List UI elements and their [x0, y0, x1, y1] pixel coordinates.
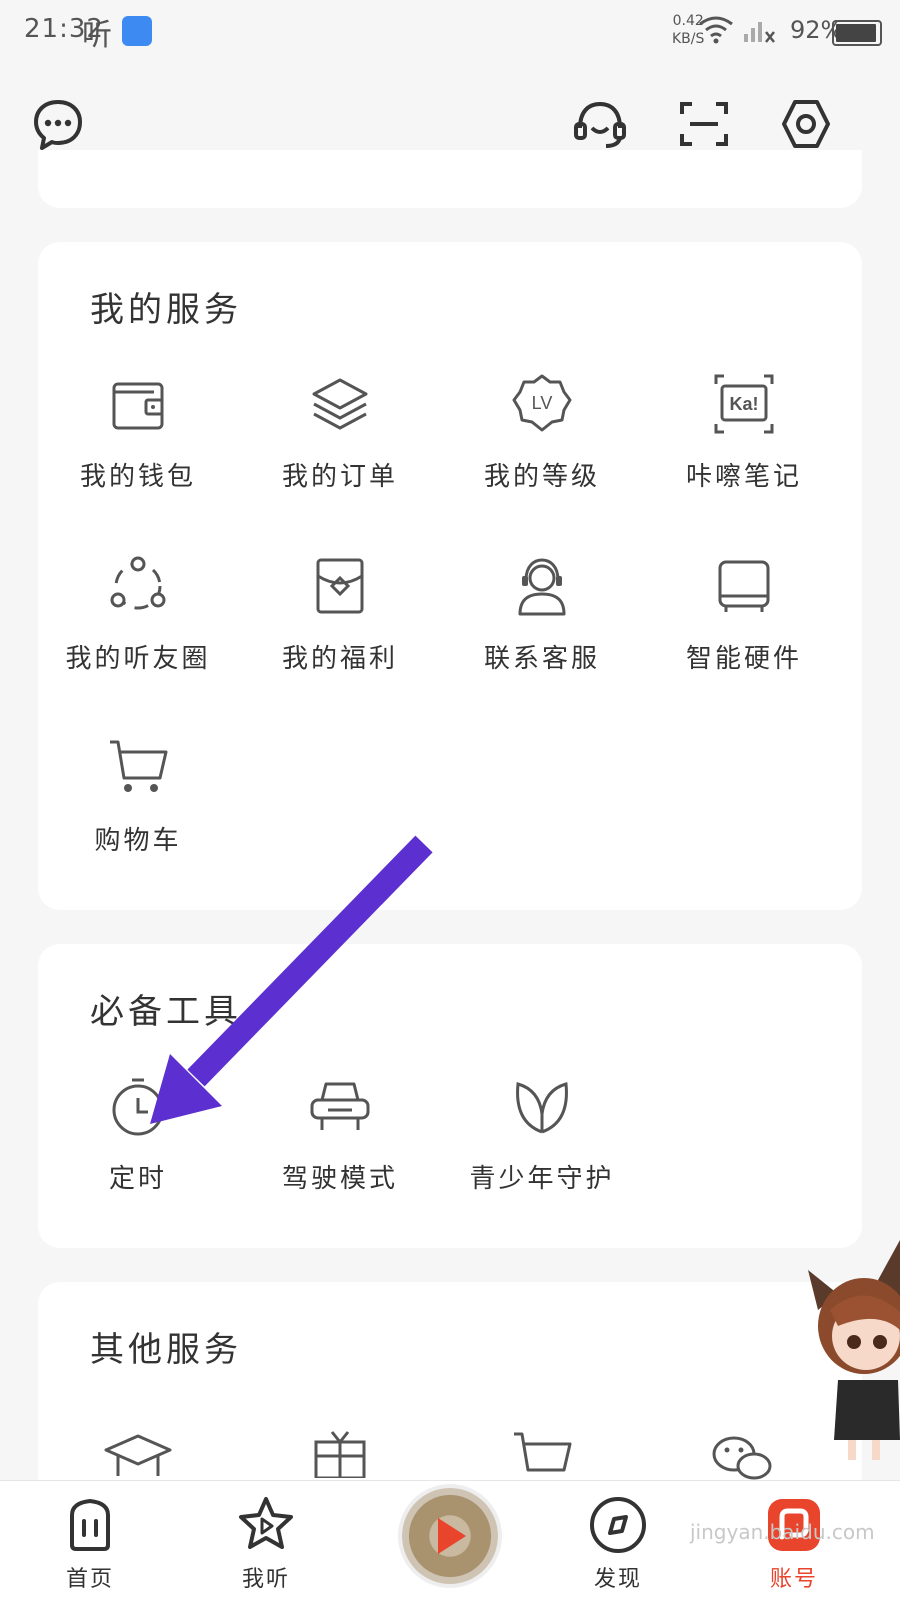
svg-text:Ka!: Ka!	[729, 394, 758, 414]
chat-bubble-icon[interactable]	[30, 96, 86, 152]
tool-label: 驾驶模式	[281, 1164, 398, 1194]
cart-icon	[110, 740, 168, 792]
customer-service-icon	[518, 558, 566, 616]
home-icon	[70, 1498, 110, 1551]
watermark: jingyan.baidu.com	[690, 1520, 875, 1544]
service-label: 我的福利	[281, 644, 398, 674]
gift-box-icon[interactable]	[310, 1428, 370, 1478]
tools-card: 必备工具 定时 驾驶模式 青少年守护	[38, 944, 862, 1248]
headset-icon[interactable]	[572, 96, 628, 152]
tool-label: 定时	[108, 1164, 167, 1194]
graduation-cap-icon[interactable]	[102, 1432, 174, 1482]
service-label: 联系客服	[483, 644, 600, 674]
friends-circle-icon	[110, 556, 166, 610]
cart-icon[interactable]	[510, 1428, 574, 1478]
service-label: 我的听友圈	[65, 644, 211, 674]
my-services-card: 我的服务 我的钱包 我的订单 LV 我的等级 Ka! 咔嚓笔记 我的听友圈 我的…	[38, 242, 862, 910]
status-app-name: 听	[82, 18, 112, 53]
battery-icon	[832, 20, 882, 46]
other-services-title: 其他服务	[90, 1330, 242, 1370]
service-label: 智能硬件	[685, 644, 802, 674]
timer-icon	[112, 1078, 164, 1136]
service-wallet[interactable]: 我的钱包	[38, 372, 238, 493]
smart-device-icon	[718, 560, 770, 612]
service-label: 我的钱包	[79, 462, 196, 492]
star-play-icon	[239, 1497, 293, 1549]
level-badge-icon: LV	[512, 374, 572, 432]
tool-driving-mode[interactable]: 驾驶模式	[240, 1074, 440, 1195]
now-playing-disc[interactable]	[402, 1488, 498, 1584]
mascot-character-icon	[808, 1240, 900, 1460]
service-label: 购物车	[94, 826, 182, 856]
service-label: 我的等级	[483, 462, 600, 492]
service-label: 我的订单	[281, 462, 398, 492]
tab-account[interactable]: 账号	[734, 1495, 854, 1593]
service-customer-service[interactable]: 联系客服	[442, 554, 642, 675]
previous-card	[38, 150, 862, 208]
shield-icon	[122, 16, 152, 46]
service-level[interactable]: LV 我的等级	[442, 372, 642, 493]
play-icon	[438, 1518, 466, 1554]
scan-icon[interactable]	[676, 96, 732, 152]
signal-icon	[744, 22, 775, 43]
service-benefits[interactable]: 我的福利	[240, 554, 440, 675]
car-icon	[310, 1082, 370, 1130]
tab-label: 账号	[769, 1567, 818, 1592]
my-services-title: 我的服务	[90, 290, 242, 330]
tools-title: 必备工具	[90, 992, 242, 1032]
service-friends-circle[interactable]: 我的听友圈	[38, 554, 238, 675]
service-label: 咔嚓笔记	[685, 462, 802, 492]
tab-label: 我听	[241, 1567, 290, 1592]
svg-text:LV: LV	[532, 393, 553, 413]
wifi-icon	[699, 16, 733, 44]
tool-timer[interactable]: 定时	[38, 1074, 238, 1195]
service-cart[interactable]: 购物车	[38, 736, 238, 857]
tab-label: 首页	[65, 1567, 114, 1592]
leaf-icon	[516, 1082, 568, 1134]
discover-icon	[590, 1497, 646, 1553]
ka-note-icon: Ka!	[714, 374, 774, 434]
tab-my-listen[interactable]: 我听	[206, 1495, 326, 1593]
service-smart-hardware[interactable]: 智能硬件	[644, 554, 844, 675]
service-orders[interactable]: 我的订单	[240, 372, 440, 493]
gift-envelope-icon	[316, 558, 364, 614]
layers-icon	[312, 378, 368, 430]
tab-discover[interactable]: 发现	[558, 1495, 678, 1593]
wallet-icon	[112, 382, 164, 430]
tab-home[interactable]: 首页	[30, 1495, 150, 1593]
tool-label: 青少年守护	[469, 1164, 615, 1194]
wechat-icon[interactable]	[710, 1432, 774, 1482]
settings-icon[interactable]	[778, 96, 834, 152]
tab-label: 发现	[593, 1567, 642, 1592]
tool-youth-protection[interactable]: 青少年守护	[442, 1074, 642, 1195]
service-ka-notes[interactable]: Ka! 咔嚓笔记	[644, 372, 844, 493]
